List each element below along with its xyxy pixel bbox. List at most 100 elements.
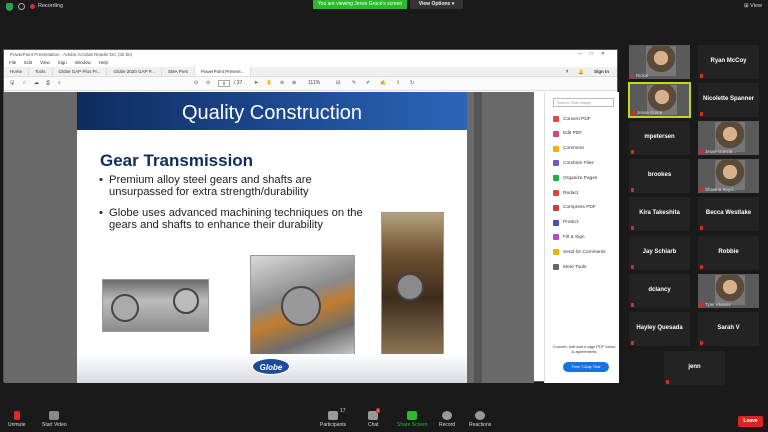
muted-mic-icon (631, 341, 634, 345)
zoom-level[interactable]: 111% (308, 80, 320, 86)
globe-logo: Globe (252, 358, 290, 375)
participant-tile[interactable]: Jesse Grace (628, 82, 691, 118)
participant-tile[interactable]: Rickie (628, 44, 691, 80)
free-trial-button[interactable]: Free 7-Day Trial (563, 362, 609, 372)
vertical-scrollbar[interactable] (474, 92, 482, 383)
participant-tile[interactable]: Kira Takeshita (628, 196, 691, 232)
participant-tile[interactable]: dclancy (628, 273, 691, 309)
menu-view[interactable]: View (40, 59, 50, 67)
tools-search-input[interactable]: Search 'Edit Image' (553, 98, 614, 107)
participant-status (666, 380, 669, 384)
participant-video (715, 160, 745, 190)
tool-label: Combine Files (563, 160, 594, 166)
participant-tile[interactable]: Sarah V (697, 311, 760, 347)
participant-tile[interactable]: Jesse Gonzal... (697, 120, 760, 156)
unmute-button[interactable]: Unmute (8, 411, 26, 428)
hand-tool-icon[interactable]: ✋ (266, 80, 272, 86)
tool-edit-pdf[interactable]: Edit PDF (553, 130, 582, 137)
record-icon (442, 411, 453, 420)
participant-tile[interactable]: Shawna Snyd... (697, 158, 760, 194)
participant-name: dclancy (648, 287, 671, 293)
tool-redact[interactable]: Redact (553, 190, 578, 196)
leave-button[interactable]: Leave (738, 416, 763, 427)
menu-help[interactable]: Help (99, 59, 108, 67)
participant-tile[interactable]: Tyler Alvarez (697, 273, 760, 309)
zoom-out-icon[interactable]: ⊖ (280, 80, 284, 86)
tool-organize-pages[interactable]: Organize Pages (553, 175, 597, 182)
page-number-input[interactable]: 8 (218, 80, 230, 87)
share-screen-button[interactable]: Share Screen (397, 411, 428, 428)
help-icon[interactable]: ? (566, 67, 569, 77)
security-shield-icon[interactable] (6, 3, 13, 11)
participants-label: Participants (320, 422, 347, 428)
next-page-icon[interactable]: ⊙ (206, 80, 210, 86)
select-cursor-icon[interactable]: ➤ (254, 80, 258, 86)
record-button[interactable]: Record (439, 411, 455, 428)
participant-tile[interactable]: Ryan McCoy (697, 44, 760, 80)
participants-icon (328, 411, 339, 420)
document-view[interactable]: Quality Construction Gear Transmission •… (4, 92, 534, 383)
menu-window[interactable]: Window (75, 59, 91, 67)
tab-doc-2[interactable]: Globe 2020 GAP P... (107, 67, 162, 76)
tool-comment[interactable]: Comment (553, 145, 584, 152)
menu-sign[interactable]: Sign (58, 59, 67, 67)
participant-tile[interactable]: Hayley Quesada (628, 311, 691, 347)
tool-send-for-comments[interactable]: Send for Comments (553, 249, 606, 256)
window-title-bar: PowerPoint Presentation - Adobe Acrobat … (4, 50, 617, 59)
participant-video (715, 275, 745, 305)
menu-file[interactable]: File (9, 59, 16, 67)
tab-home[interactable]: Home (4, 67, 30, 76)
participant-status (700, 226, 703, 230)
share-icon[interactable]: ⇪ (396, 80, 400, 86)
tool-convert-pdf[interactable]: Convert PDF (553, 116, 591, 122)
recording-indicator[interactable]: Recording (30, 3, 63, 9)
chat-button[interactable]: Chat 5 (368, 408, 381, 428)
muted-mic-icon (631, 226, 634, 230)
prev-page-icon[interactable]: ⊙ (194, 80, 198, 86)
search-icon[interactable]: ⌕ (58, 80, 61, 86)
info-icon[interactable] (18, 3, 25, 10)
participant-name: Jay Schiarb (642, 249, 677, 255)
promo-text: Convert, edit and e-sign PDF forms & agr… (552, 344, 616, 354)
participant-tile[interactable]: Robbie (697, 235, 760, 271)
upload-icon[interactable]: ☁ (34, 80, 39, 86)
menu-edit[interactable]: Edit (24, 59, 32, 67)
tab-tools[interactable]: Tools (29, 67, 53, 76)
tool-icon (553, 130, 559, 137)
bookmark-icon[interactable]: ☆ (22, 80, 26, 86)
tool-compress-pdf[interactable]: Compress PDF (553, 204, 596, 211)
participant-tile[interactable]: jenn (663, 350, 726, 386)
fit-page-icon[interactable]: ⊟ (336, 80, 340, 86)
participant-tile[interactable]: Nicolette Spanner (697, 82, 760, 118)
bell-icon[interactable]: 🔔 (578, 67, 584, 77)
participant-tile[interactable]: brookes (628, 158, 691, 194)
tab-doc-active[interactable]: PowerPoint Present... (194, 67, 252, 76)
participant-tile[interactable]: Becca Westlake (697, 196, 760, 232)
participant-tile[interactable]: Jay Schiarb (628, 235, 691, 271)
tool-more-tools[interactable]: More Tools (553, 264, 586, 270)
comment-icon[interactable]: ✎ (352, 80, 356, 86)
print-icon[interactable]: ⎙ (46, 80, 50, 86)
sign-icon[interactable]: ✍ (380, 80, 386, 86)
participant-tile[interactable]: mpetersen (628, 120, 691, 156)
tab-doc-3[interactable]: SMA Pres (162, 67, 195, 76)
tool-protect[interactable]: Protect (553, 219, 578, 226)
tab-doc-1[interactable]: Globe GAP Plus Pr... (53, 67, 108, 76)
participants-button[interactable]: Participants 17 (320, 408, 347, 428)
tool-combine-files[interactable]: Combine Files (553, 160, 594, 167)
zoom-in-icon[interactable]: ⊕ (292, 80, 296, 86)
reactions-button[interactable]: Reactions (469, 411, 491, 428)
rotate-icon[interactable]: ↻ (410, 80, 414, 86)
bullet-text: Globe uses advanced machining techniques… (109, 207, 363, 231)
participant-name: Rickie (636, 73, 649, 78)
bullet-marker: • (99, 174, 103, 186)
tool-fill-sign[interactable]: Fill & Sign (553, 234, 585, 241)
start-video-button[interactable]: Start Video (42, 411, 67, 428)
draw-icon[interactable]: ✐ (366, 80, 370, 86)
view-options-button[interactable]: View Options ▾ (410, 0, 463, 9)
view-button[interactable]: ⊞ View (744, 3, 762, 9)
sign-in-link[interactable]: Sign In (594, 67, 609, 77)
slide-title: Quality Construction (181, 102, 363, 124)
window-controls[interactable]: –□✕ (579, 50, 613, 59)
save-icon[interactable]: 🖫 (10, 80, 14, 88)
